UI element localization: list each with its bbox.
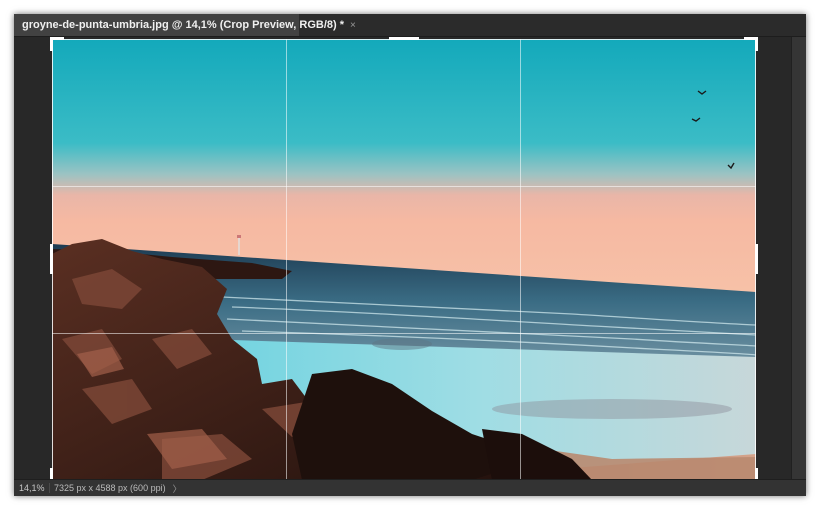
crop-handle-top-right-v[interactable] bbox=[755, 37, 758, 51]
image-canvas[interactable] bbox=[52, 39, 756, 480]
document-tab-title: groyne-de-punta-umbria.jpg @ 14,1% (Crop… bbox=[22, 19, 345, 31]
photoshop-document-window: groyne-de-punta-umbria.jpg @ 14,1% (Crop… bbox=[14, 14, 806, 496]
beach-photo bbox=[52, 39, 756, 480]
zoom-level[interactable]: 14,1% bbox=[14, 483, 47, 493]
grid-line-vertical-1 bbox=[286, 39, 287, 480]
document-tab-bar: groyne-de-punta-umbria.jpg @ 14,1% (Crop… bbox=[14, 14, 806, 37]
status-bar: 14,1% 7325 px x 4588 px (600 ppi) 〉 bbox=[14, 479, 806, 496]
document-size-info: 7325 px x 4588 px (600 ppi) bbox=[49, 483, 170, 493]
grid-line-horizontal-1 bbox=[52, 186, 756, 187]
crop-handle-top[interactable] bbox=[389, 37, 419, 40]
close-icon[interactable]: × bbox=[350, 20, 356, 31]
grid-line-horizontal-2 bbox=[52, 333, 756, 334]
crop-handle-top-left-v[interactable] bbox=[50, 37, 53, 51]
grid-line-vertical-2 bbox=[520, 39, 521, 480]
crop-handle-right[interactable] bbox=[755, 244, 758, 274]
crop-handle-left[interactable] bbox=[50, 244, 53, 274]
vertical-scrollbar[interactable] bbox=[791, 37, 806, 480]
document-tab[interactable]: groyne-de-punta-umbria.jpg @ 14,1% (Crop… bbox=[14, 14, 356, 36]
chevron-right-icon[interactable]: 〉 bbox=[173, 482, 182, 495]
